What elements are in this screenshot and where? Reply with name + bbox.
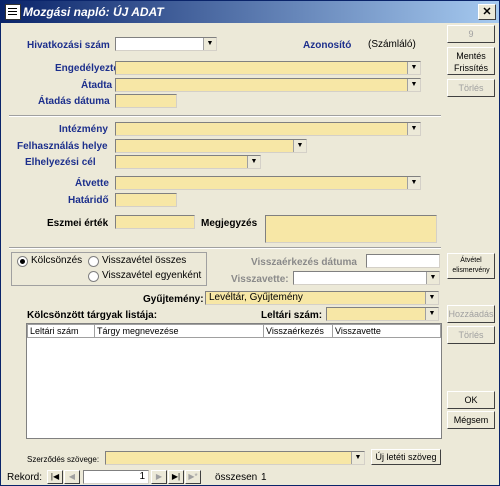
first-record-icon[interactable]: |◀ (47, 470, 63, 484)
azonosito-label: Azonosító (303, 40, 352, 51)
contract-label: Szerződés szövege: (27, 455, 100, 464)
hatarido-field[interactable] (115, 193, 177, 207)
atadta-label: Átadta (81, 80, 113, 91)
cancel-button[interactable]: Mégsem (447, 411, 495, 429)
dialog-window: Mozgási napló: ÚJ ADAT ✕ Hivatkozási szá… (0, 0, 500, 486)
new-text-button[interactable]: Új letéti szöveg (371, 449, 441, 465)
megjegyzes-label: Megjegyzés (201, 218, 258, 229)
divider (9, 247, 441, 249)
ok-button[interactable]: OK (447, 391, 495, 409)
visszaerkezes-datuma-field[interactable] (366, 254, 440, 268)
visszavetel-osszes-radio[interactable] (88, 256, 99, 267)
total-label: összesen (215, 472, 258, 483)
col-targy-megnevezese[interactable]: Tárgy megnevezése (94, 324, 264, 338)
eszmei-ertek-field[interactable] (115, 215, 195, 229)
chevron-down-icon[interactable]: ▼ (407, 177, 420, 189)
title-bar: Mozgási napló: ÚJ ADAT ✕ (1, 1, 499, 23)
chevron-down-icon[interactable]: ▼ (247, 156, 260, 168)
gyujtemeny-value: Levéltár, Gyűjtemény (209, 292, 303, 303)
engedelyezte-label: Engedélyezte (55, 63, 119, 74)
col-visszaerkezes[interactable]: Visszaérkezés (263, 324, 333, 338)
delete-button[interactable]: Törlés (447, 79, 495, 97)
close-button[interactable]: ✕ (478, 4, 496, 20)
record-label: Rekord: (7, 472, 43, 483)
visszavette-combo[interactable]: ▼ (293, 271, 440, 285)
gyujtemeny-combo[interactable]: Levéltár, Gyűjtemény ▼ (205, 291, 439, 305)
col-leltari-szam[interactable]: Leltári szám (27, 324, 95, 338)
next-record-icon[interactable]: ▶ (151, 470, 167, 484)
chevron-down-icon[interactable]: ▼ (407, 62, 420, 74)
eszmei-ertek-label: Eszmei érték (47, 218, 109, 229)
visszavetel-egyenkent-label: Visszavétel egyenként (102, 270, 202, 281)
kolcsonzes-radio[interactable] (17, 256, 28, 267)
button-9[interactable]: 9 (447, 25, 495, 43)
felhasznalas-helye-combo[interactable]: ▼ (115, 139, 307, 153)
window-title: Mozgási napló: ÚJ ADAT (23, 5, 164, 19)
table-header-row: Leltári szám Tárgy megnevezése Visszaérk… (27, 324, 441, 338)
elhelyezesi-cel-combo[interactable]: ▼ (115, 155, 261, 169)
add-button[interactable]: Hozzáadás (447, 305, 495, 323)
atvette-combo[interactable]: ▼ (115, 176, 421, 190)
leltari-szam-combo[interactable]: ▼ (326, 307, 439, 321)
hatarido-label: Határidő (68, 195, 109, 206)
record-number-field[interactable]: 1 (83, 470, 149, 484)
intezmeny-combo[interactable]: ▼ (115, 122, 421, 136)
atadas-datuma-label: Átadás dátuma (38, 96, 110, 107)
divider (9, 115, 441, 117)
visszavette-label: Visszavette: (231, 274, 289, 285)
leltari-szam-label: Leltári szám: (261, 310, 323, 321)
delete-item-button[interactable]: Törlés (447, 326, 495, 344)
engedelyezte-combo[interactable]: ▼ (115, 61, 421, 75)
visszaerkezes-datuma-label: Visszaérkezés dátuma (251, 257, 357, 268)
chevron-down-icon[interactable]: ▼ (351, 452, 364, 464)
megjegyzes-field[interactable] (265, 215, 437, 243)
prev-record-icon[interactable]: ◀ (64, 470, 80, 484)
receipt-button[interactable]: Átvétel elismervény (447, 253, 495, 279)
items-table: Leltári szám Tárgy megnevezése Visszaérk… (27, 324, 441, 338)
new-record-icon[interactable]: ▶* (185, 470, 201, 484)
contract-combo[interactable]: ▼ (105, 451, 365, 465)
gyujtemeny-label: Gyűjtemény: (143, 294, 204, 305)
kolcsonzes-label: Kölcsönzés (31, 255, 83, 266)
hivatkozasi-szam-combo[interactable]: ▼ (115, 37, 217, 51)
chevron-down-icon[interactable]: ▼ (407, 123, 420, 135)
visszavetel-egyenkent-radio[interactable] (88, 271, 99, 282)
felhasznalas-helye-label: Felhasználás helye (17, 141, 108, 152)
chevron-down-icon[interactable]: ▼ (425, 308, 438, 320)
visszavetel-osszes-label: Visszavétel összes (102, 255, 187, 266)
atvette-label: Átvette (75, 178, 109, 189)
chevron-down-icon[interactable]: ▼ (293, 140, 306, 152)
col-visszavette[interactable]: Visszavette (332, 324, 441, 338)
chevron-down-icon[interactable]: ▼ (426, 272, 439, 284)
intezmeny-label: Intézmény (59, 124, 108, 135)
list-title: Kölcsönzött tárgyak listája: (27, 310, 158, 321)
save-refresh-button[interactable]: Mentés Frissítés (447, 47, 495, 75)
chevron-down-icon[interactable]: ▼ (407, 79, 420, 91)
chevron-down-icon[interactable]: ▼ (425, 292, 438, 304)
items-list[interactable]: Leltári szám Tárgy megnevezése Visszaérk… (26, 323, 442, 439)
atadta-combo[interactable]: ▼ (115, 78, 421, 92)
chevron-down-icon[interactable]: ▼ (203, 38, 216, 50)
last-record-icon[interactable]: ▶| (168, 470, 184, 484)
azonosito-value: (Számláló) (368, 39, 416, 50)
elhelyezesi-cel-label: Elhelyezési cél (25, 157, 96, 168)
atadas-datuma-field[interactable] (115, 94, 177, 108)
total-value: 1 (261, 472, 267, 483)
hivatkozasi-szam-label: Hivatkozási szám (27, 40, 110, 51)
form-icon (5, 4, 21, 20)
